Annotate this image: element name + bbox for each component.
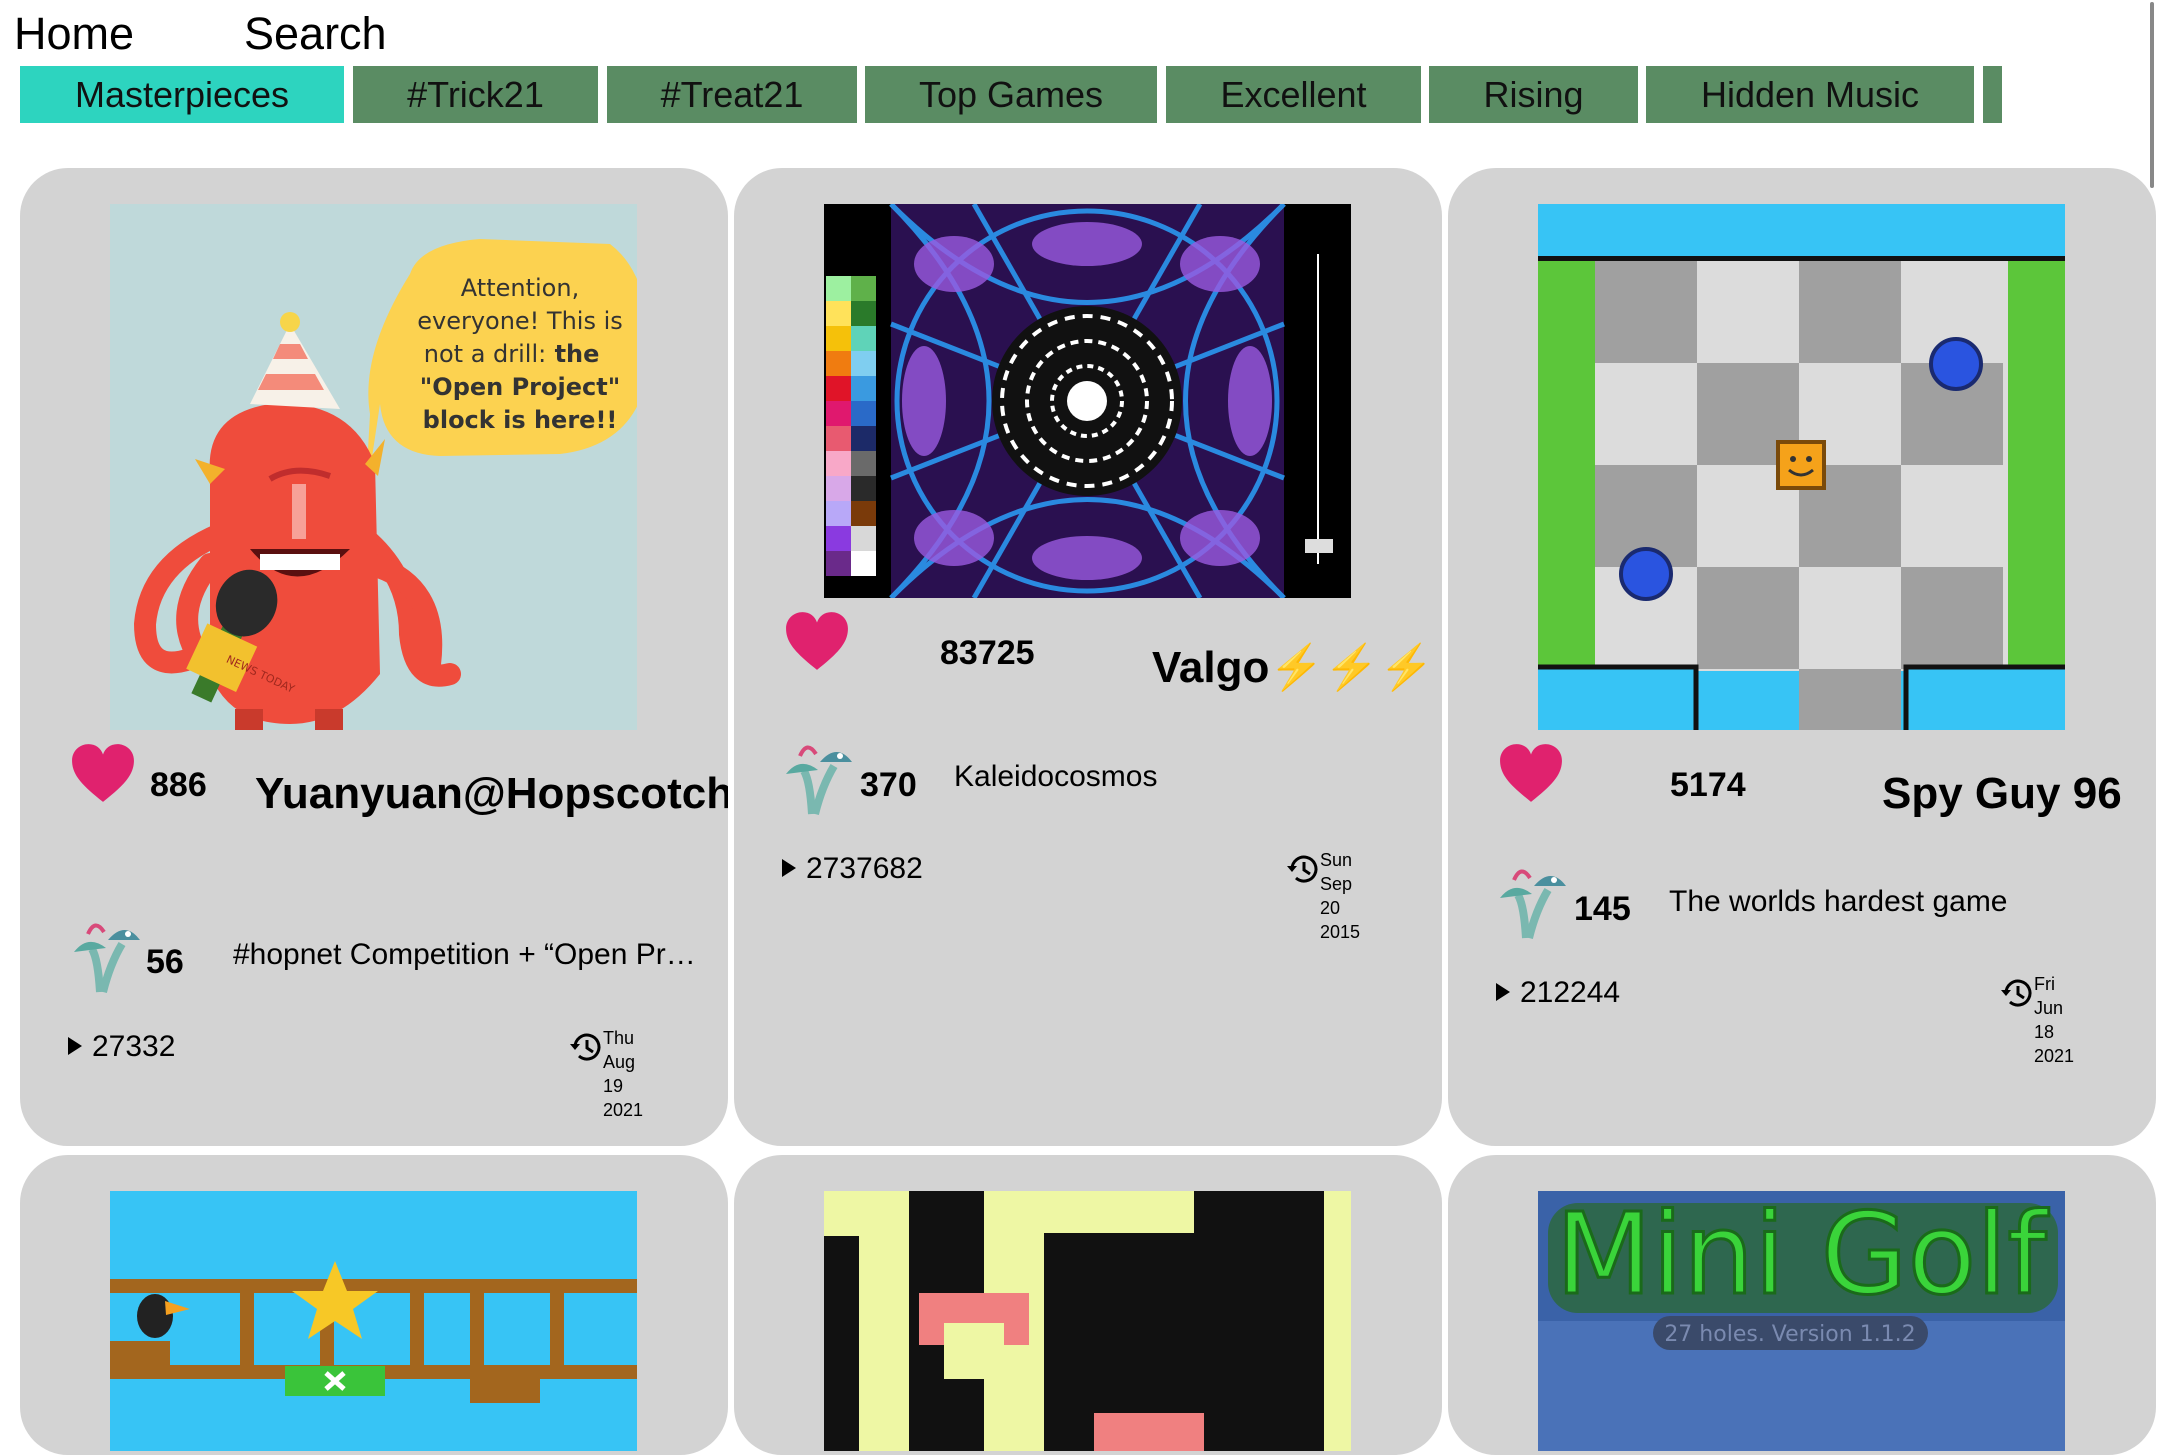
project-date: Sun Sep 20 2015 — [1320, 850, 1361, 942]
project-title[interactable]: #hopnet Competition + “Open Pr… — [233, 938, 699, 972]
project-thumbnail[interactable]: Mini Golf 27 holes. Version 1.1.2 — [1538, 1191, 2065, 1451]
project-thumbnail[interactable] — [824, 204, 1351, 598]
project-thumbnail[interactable] — [1538, 204, 2065, 730]
tab-masterpieces[interactable]: Masterpieces — [20, 66, 344, 123]
tab-hidden-music[interactable]: Hidden Music — [1646, 66, 1974, 123]
scrollbar[interactable] — [2146, 0, 2160, 190]
project-thumbnail[interactable] — [110, 1191, 637, 1451]
thumb-title: Mini Golf — [1555, 1191, 2049, 1320]
play-icon — [1496, 983, 1510, 1002]
like-count: 83725 — [940, 634, 1035, 672]
author-name[interactable]: Yuanyuan@Hopscotch — [255, 768, 728, 820]
like-count: 5174 — [1670, 766, 1746, 804]
history-clock-icon — [570, 1033, 601, 1061]
category-tabs: Masterpieces #Trick21 #Treat21 Top Games… — [20, 66, 2005, 123]
tab-treat21[interactable]: #Treat21 — [607, 66, 857, 123]
project-card[interactable]: Mini Golf 27 holes. Version 1.1.2 — [1448, 1155, 2156, 1455]
remix-mushroom-icon — [1500, 869, 1566, 939]
play-count: 27332 — [68, 1030, 175, 1064]
play-count: 2737682 — [782, 852, 923, 886]
remix-count: 145 — [1574, 890, 1631, 928]
tab-top-games[interactable]: Top Games — [865, 66, 1157, 123]
play-icon — [68, 1037, 82, 1056]
color-palette — [826, 276, 876, 576]
history-clock-icon — [2001, 979, 2032, 1007]
author-name[interactable]: Valgo⚡⚡⚡ — [1152, 642, 1442, 694]
heart-icon[interactable] — [1498, 742, 1564, 804]
project-date: Fri Jun 18 2021 — [2034, 974, 2075, 1066]
svg-text:block is here!!: block is here!! — [423, 406, 618, 434]
svg-text:"Open Project": "Open Project" — [420, 373, 620, 401]
project-date: Thu Aug 19 2021 — [603, 1028, 644, 1120]
play-count: 212244 — [1496, 976, 1620, 1010]
nav-search-link[interactable]: Search — [244, 8, 387, 60]
remix-mushroom-icon — [786, 745, 852, 815]
history-clock-icon — [1287, 855, 1318, 883]
tab-rising[interactable]: Rising — [1429, 66, 1638, 123]
project-card[interactable] — [734, 1155, 1442, 1455]
play-icon — [782, 859, 796, 878]
project-card[interactable]: 83725 Valgo⚡⚡⚡ 370 Kaleidocosmos 2737682… — [734, 168, 1442, 1146]
like-count: 886 — [150, 766, 207, 804]
project-thumbnail[interactable]: Attention, everyone! This is not a drill… — [110, 204, 637, 730]
svg-text:everyone! This is: everyone! This is — [417, 307, 623, 335]
remix-mushroom-icon — [74, 923, 140, 993]
heart-icon[interactable] — [784, 610, 850, 672]
bubble-text: Attention, — [461, 274, 579, 302]
tab-trick21[interactable]: #Trick21 — [353, 66, 598, 123]
project-thumbnail[interactable] — [824, 1191, 1351, 1451]
tab-excellent[interactable]: Excellent — [1166, 66, 1421, 123]
project-card[interactable]: 5174 Spy Guy 96 145 The worlds hardest g… — [1448, 168, 2156, 1146]
remix-count: 370 — [860, 766, 917, 804]
svg-text:the: the — [555, 340, 600, 368]
project-title[interactable]: Kaleidocosmos — [954, 760, 1414, 794]
project-card[interactable]: Attention, everyone! This is not a drill… — [20, 168, 728, 1146]
svg-text:not a drill:: not a drill: — [424, 340, 546, 368]
heart-icon[interactable] — [70, 742, 136, 804]
tab-partial[interactable] — [1983, 66, 2002, 123]
project-card[interactable] — [20, 1155, 728, 1455]
project-title[interactable]: The worlds hardest game — [1669, 885, 2129, 919]
remix-count: 56 — [146, 943, 184, 981]
nav-home-link[interactable]: Home — [14, 8, 134, 60]
author-name[interactable]: Spy Guy 96 — [1882, 768, 2152, 820]
thumb-subtitle: 27 holes. Version 1.1.2 — [1664, 1322, 1915, 1347]
